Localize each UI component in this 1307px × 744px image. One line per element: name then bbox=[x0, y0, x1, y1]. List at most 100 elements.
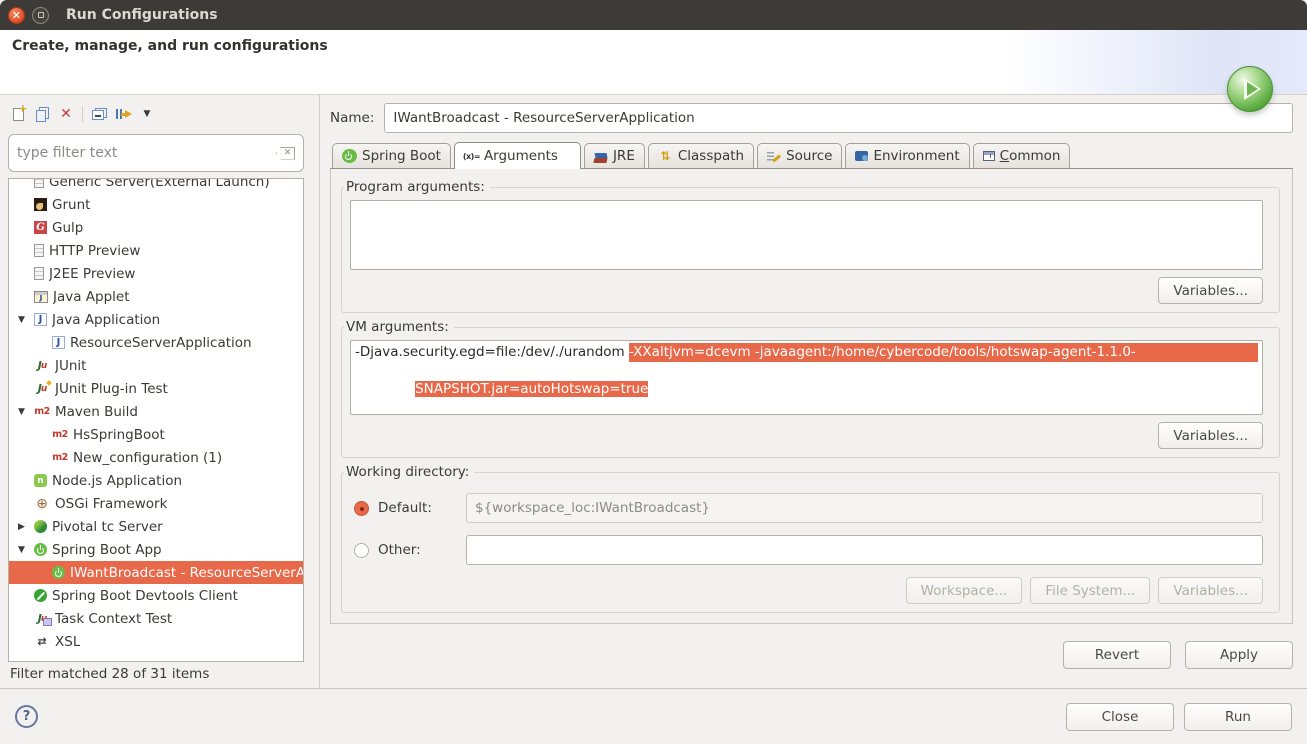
tab-spring-boot[interactable]: Spring Boot bbox=[332, 143, 451, 168]
tab-bar: Spring Boot(x)=Arguments JRE ⇅ClasspathSou… bbox=[330, 142, 1293, 169]
classpath-tab-icon: ⇅ bbox=[658, 149, 673, 163]
program-variables-button[interactable]: Variables... bbox=[1158, 277, 1263, 304]
delete-configuration-icon[interactable]: ✕ bbox=[56, 104, 76, 124]
run-button[interactable]: Run bbox=[1184, 703, 1292, 731]
help-icon[interactable]: ? bbox=[15, 705, 38, 728]
tab-source[interactable]: Source bbox=[757, 143, 842, 168]
devtools-icon bbox=[34, 589, 47, 602]
close-window-icon[interactable]: ✕ bbox=[8, 7, 25, 24]
window-title: Run Configurations bbox=[66, 7, 218, 23]
working-directory-label: Working directory: bbox=[344, 464, 474, 480]
tree-item[interactable]: m2HsSpringBoot bbox=[9, 423, 303, 446]
variables-button[interactable]: Variables... bbox=[1158, 577, 1263, 604]
tree-item[interactable]: JuTask Context Test bbox=[9, 607, 303, 630]
collapse-all-icon[interactable] bbox=[89, 104, 109, 124]
tab-common[interactable]: Common bbox=[973, 143, 1071, 168]
other-radio-label: Other: bbox=[378, 542, 466, 558]
close-button[interactable]: Close bbox=[1066, 703, 1174, 731]
expander-open-icon[interactable]: ▼ bbox=[15, 545, 34, 555]
working-directory-group: Working directory: Default: Other: Works… bbox=[341, 472, 1280, 613]
tree-item[interactable]: Spring Boot Devtools Client bbox=[9, 584, 303, 607]
workspace-button[interactable]: Workspace... bbox=[906, 577, 1023, 604]
tree-item[interactable]: ▼J Java Application bbox=[9, 308, 303, 331]
tree-item[interactable]: JResourceServerApplication bbox=[9, 331, 303, 354]
other-radio[interactable] bbox=[354, 543, 369, 558]
expander-open-icon[interactable]: ▼ bbox=[15, 407, 34, 417]
tree-item-label: Pivotal tc Server bbox=[52, 519, 163, 535]
tree-item[interactable]: m2New_configuration (1) bbox=[9, 446, 303, 469]
clear-filter-icon[interactable]: ✕ bbox=[276, 147, 295, 160]
name-input[interactable] bbox=[384, 103, 1293, 133]
junit-plugin-icon: Ju bbox=[34, 381, 50, 397]
configuration-detail-panel: Name: Spring Boot(x)=Arguments JRE ⇅Classp… bbox=[320, 95, 1307, 688]
arguments-tab-panel: Program arguments: Variables... VM argum… bbox=[330, 169, 1293, 624]
tab-label: Environment bbox=[873, 148, 959, 164]
filter-configurations-icon[interactable] bbox=[113, 104, 133, 124]
tree-item[interactable]: IWantBroadcast - ResourceServerApplicati… bbox=[9, 561, 303, 584]
duplicate-configuration-icon[interactable] bbox=[32, 104, 52, 124]
new-configuration-icon[interactable] bbox=[8, 104, 28, 124]
tree-item-label: Gulp bbox=[52, 220, 83, 236]
tree-item[interactable]: HTTP Preview bbox=[9, 239, 303, 262]
vm-arguments-text: -Djava.security.egd=file:/dev/./urandom bbox=[355, 343, 629, 362]
dialog-button-bar: ? Close Run bbox=[0, 688, 1307, 744]
program-arguments-textarea[interactable] bbox=[350, 200, 1263, 270]
xsl-icon: ⇄ bbox=[34, 634, 50, 650]
vm-arguments-selected-text: -XXaltjvm=dcevm -javaagent:/home/cyberco… bbox=[629, 343, 1258, 362]
taskcontext-icon: Ju bbox=[34, 611, 50, 627]
file-system-button[interactable]: File System... bbox=[1030, 577, 1150, 604]
toolbar-menu-icon[interactable]: ▼ bbox=[137, 104, 157, 124]
tree-item[interactable]: Generic Server(External Launch) bbox=[9, 178, 303, 193]
tree-item-label: Java Applet bbox=[53, 289, 130, 305]
tree-item-label: ResourceServerApplication bbox=[70, 335, 252, 351]
vm-variables-button[interactable]: Variables... bbox=[1158, 422, 1263, 449]
tree-item-label: Java Application bbox=[52, 312, 160, 328]
tree-item-label: IWantBroadcast - ResourceServerApplicati… bbox=[70, 565, 303, 581]
tree-item-label: Generic Server(External Launch) bbox=[49, 178, 270, 190]
vm-arguments-textarea[interactable]: -Djava.security.egd=file:/dev/./urandom … bbox=[350, 340, 1263, 415]
tree-item[interactable]: n Node.js Application bbox=[9, 469, 303, 492]
tree-item[interactable]: ⇄XSL bbox=[9, 630, 303, 653]
node-icon: n bbox=[34, 474, 47, 487]
expander-open-icon[interactable]: ▼ bbox=[15, 315, 34, 325]
java-icon: J bbox=[34, 313, 47, 326]
spring-boot-tab-icon bbox=[342, 149, 357, 163]
tab-label: JRE bbox=[613, 148, 635, 164]
tree-item[interactable]: J2EE Preview bbox=[9, 262, 303, 285]
tree-item[interactable]: JJava Applet bbox=[9, 285, 303, 308]
configurations-sidebar: ✕▼ ✕ Generic Server(External Launch)Grun… bbox=[0, 95, 312, 688]
tree-item[interactable]: ▶ Pivotal tc Server bbox=[9, 515, 303, 538]
toolbar-separator bbox=[82, 106, 83, 122]
name-label: Name: bbox=[330, 110, 374, 126]
tab-classpath[interactable]: ⇅Classpath bbox=[648, 143, 754, 168]
revert-button[interactable]: Revert bbox=[1063, 641, 1171, 669]
apply-button[interactable]: Apply bbox=[1185, 641, 1293, 669]
tab-jre[interactable]: JRE bbox=[584, 143, 645, 168]
sidebar-toolbar: ✕▼ bbox=[8, 101, 308, 127]
vm-arguments-label: VM arguments: bbox=[344, 319, 454, 335]
maximize-window-icon[interactable] bbox=[32, 7, 49, 24]
tree-item[interactable]: JuJUnit Plug-in Test bbox=[9, 377, 303, 400]
m2-icon: m2 bbox=[34, 404, 50, 420]
tab-arguments[interactable]: (x)=Arguments bbox=[454, 142, 581, 169]
tree-item[interactable]: JuJUnit bbox=[9, 354, 303, 377]
tree-item-label: Maven Build bbox=[55, 404, 138, 420]
default-radio-label: Default: bbox=[378, 500, 466, 516]
program-arguments-label: Program arguments: bbox=[344, 179, 490, 195]
tree-item[interactable]: GGulp bbox=[9, 216, 303, 239]
tree-item[interactable]: ▼m2 Maven Build bbox=[9, 400, 303, 423]
default-radio[interactable] bbox=[354, 501, 369, 516]
tree-item-label: Node.js Application bbox=[52, 473, 182, 489]
other-directory-input[interactable] bbox=[466, 535, 1263, 565]
default-directory-input[interactable] bbox=[466, 493, 1263, 523]
filter-input[interactable] bbox=[17, 145, 276, 161]
server-icon bbox=[34, 244, 44, 257]
panel-splitter[interactable] bbox=[312, 95, 320, 688]
tree-item-label: OSGi Framework bbox=[55, 496, 167, 512]
common-tab-icon bbox=[983, 151, 995, 161]
tree-item[interactable]: Grunt bbox=[9, 193, 303, 216]
tree-item[interactable]: ▼Spring Boot App bbox=[9, 538, 303, 561]
tree-item[interactable]: ⊕OSGi Framework bbox=[9, 492, 303, 515]
expander-closed-icon[interactable]: ▶ bbox=[15, 522, 34, 532]
tab-environment[interactable]: Environment bbox=[845, 143, 969, 168]
